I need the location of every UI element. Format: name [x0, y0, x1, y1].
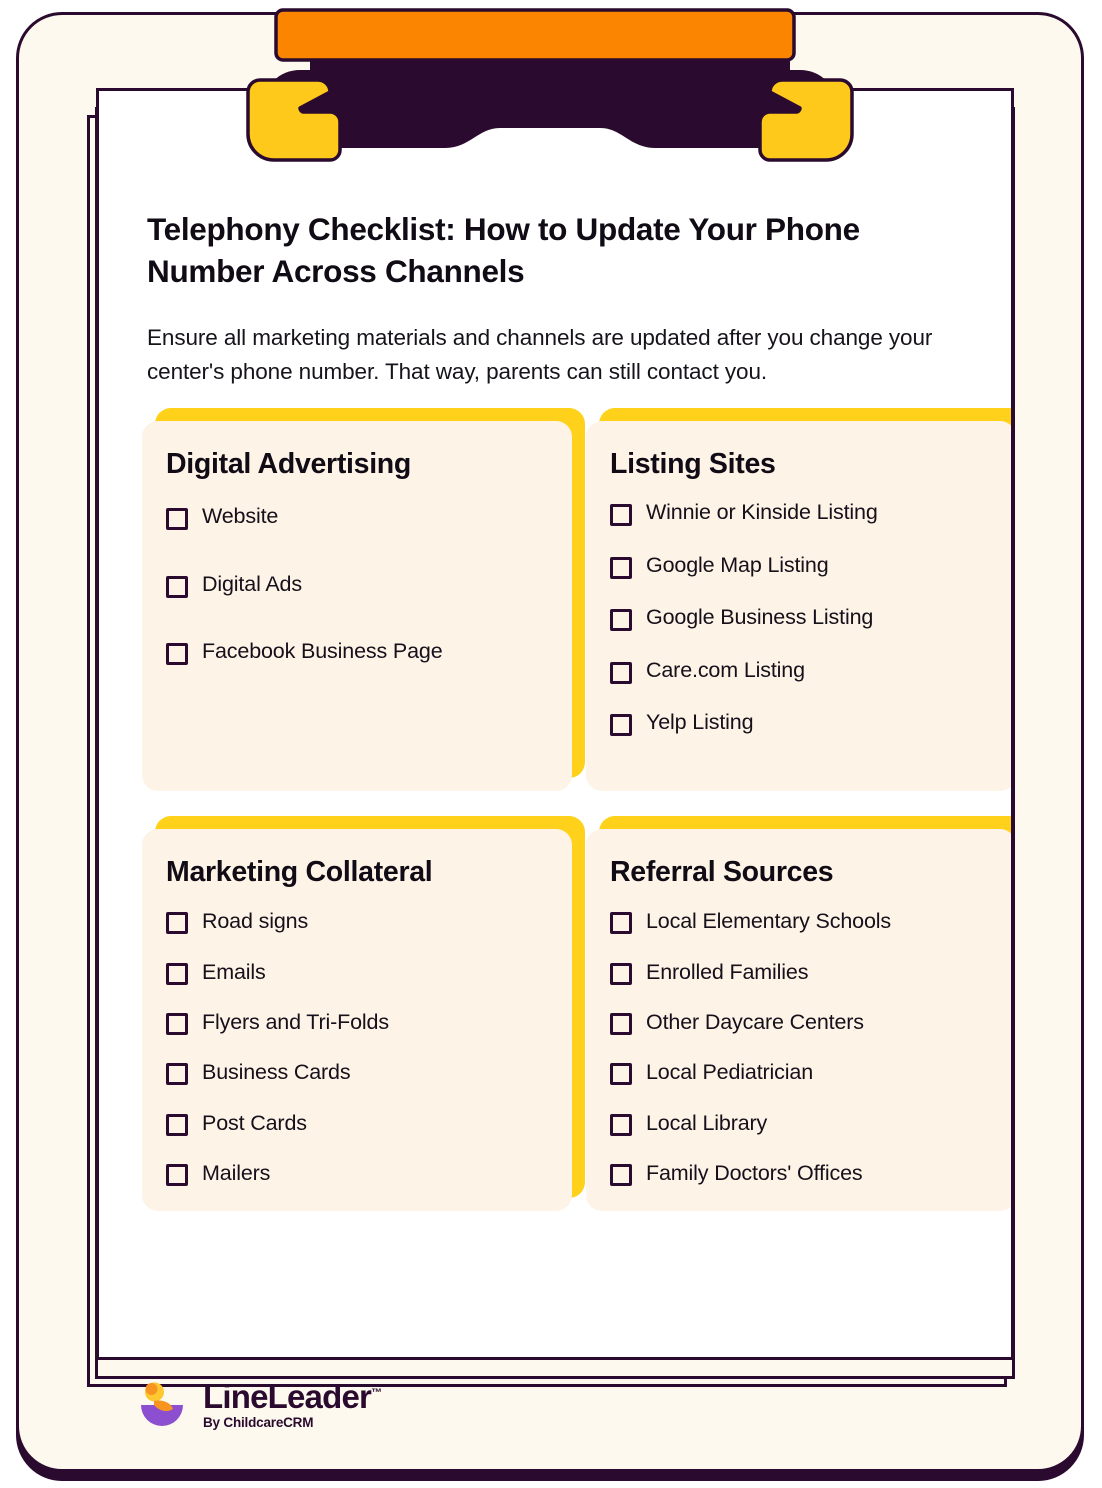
list-item[interactable]: Local Pediatrician	[610, 1060, 996, 1086]
list-item-label: Winnie or Kinside Listing	[646, 500, 878, 525]
checkbox-icon[interactable]	[610, 1063, 632, 1086]
list-item-label: Care.com Listing	[646, 657, 805, 682]
card-face: Listing Sites Winnie or Kinside Listing …	[586, 421, 1011, 792]
list-item[interactable]: Website	[166, 503, 552, 531]
list-item[interactable]: Local Library	[610, 1111, 996, 1136]
checkbox-icon[interactable]	[166, 575, 188, 598]
brand-tagline: By ChildcareCRM	[203, 1415, 314, 1431]
list-item[interactable]: Enrolled Families	[610, 960, 996, 985]
list-item-label: Enrolled Families	[646, 959, 809, 984]
list-item[interactable]: Business Cards	[166, 1060, 552, 1086]
list-item[interactable]: Family Doctors' Offices	[610, 1161, 996, 1187]
list-item[interactable]: Flyers and Tri-Folds	[166, 1010, 552, 1036]
list-item-label: Road signs	[202, 909, 309, 934]
lineleader-logo-icon	[141, 1382, 183, 1426]
list-item-label: Local Library	[646, 1110, 768, 1135]
card-title: Listing Sites	[610, 448, 776, 481]
page-intro: Ensure all marketing materials and chann…	[147, 324, 933, 384]
list-item-label: Facebook Business Page	[202, 639, 443, 664]
list-item[interactable]: Other Daycare Centers	[610, 1010, 996, 1036]
list-item-label: Local Pediatrician	[646, 1060, 814, 1085]
list-item[interactable]: Care.com Listing	[610, 657, 996, 685]
list-item-label: Flyers and Tri-Folds	[202, 1010, 389, 1035]
checklist-items: Winnie or Kinside Listing Google Map Lis…	[610, 499, 996, 737]
card-title: Marketing Collateral	[166, 856, 433, 889]
checkbox-icon[interactable]	[166, 643, 188, 666]
card-title: Referral Sources	[610, 856, 834, 889]
checklist-page: Telephony Checklist: How to Update Your …	[96, 88, 1014, 1360]
list-item-label: Google Business Listing	[646, 605, 874, 630]
checklist-items: Local Elementary Schools Enrolled Famili…	[610, 909, 996, 1187]
checklist-card-marketing-collateral: Marketing Collateral Road signs Emails F…	[142, 816, 585, 1211]
checkbox-icon[interactable]	[610, 504, 632, 527]
page-header: Telephony Checklist: How to Update Your …	[99, 91, 1011, 389]
list-item-label: Yelp Listing	[646, 710, 754, 735]
page-title: Telephony Checklist: How to Update Your …	[147, 211, 860, 289]
checkbox-icon[interactable]	[610, 609, 632, 632]
checkbox-icon[interactable]	[610, 714, 632, 737]
list-item[interactable]: Yelp Listing	[610, 709, 996, 737]
checkbox-icon[interactable]	[610, 962, 632, 985]
list-item[interactable]: Digital Ads	[166, 571, 552, 599]
card-face: Marketing Collateral Road signs Emails F…	[142, 829, 572, 1211]
checkbox-icon[interactable]	[610, 556, 632, 579]
list-item-label: Local Elementary Schools	[646, 909, 891, 934]
list-item[interactable]: Post Cards	[166, 1111, 552, 1136]
list-item[interactable]: Mailers	[166, 1161, 552, 1187]
list-item-label: Mailers	[202, 1161, 271, 1186]
checkbox-icon[interactable]	[166, 912, 188, 935]
brand-text: LineLeader™ By ChildcareCRM	[203, 1380, 382, 1430]
brand-footer: LineLeader™ By ChildcareCRM	[137, 1379, 382, 1431]
checkbox-icon[interactable]	[166, 1063, 188, 1086]
card-title: Digital Advertising	[166, 448, 412, 481]
list-item-label: Digital Ads	[202, 571, 302, 596]
checkbox-icon[interactable]	[610, 1113, 632, 1136]
list-item[interactable]: Facebook Business Page	[166, 638, 552, 666]
checkbox-icon[interactable]	[610, 912, 632, 935]
checklist-items: Road signs Emails Flyers and Tri-Folds B…	[166, 909, 552, 1187]
checkbox-icon[interactable]	[166, 1113, 188, 1136]
checklist-items: Website Digital Ads Facebook Business Pa…	[166, 503, 552, 666]
list-item[interactable]: Road signs	[166, 909, 552, 935]
list-item-label: Post Cards	[202, 1110, 307, 1135]
checklist-grid: Digital Advertising Website Digital Ads	[99, 408, 1011, 1211]
list-item[interactable]: Emails	[166, 960, 552, 985]
checklist-card-listing-sites: Listing Sites Winnie or Kinside Listing …	[586, 408, 1011, 792]
checklist-card-digital-advertising: Digital Advertising Website Digital Ads	[142, 408, 585, 792]
list-item-label: Google Map Listing	[646, 552, 829, 577]
list-item[interactable]: Google Map Listing	[610, 552, 996, 580]
checkbox-icon[interactable]	[610, 1013, 632, 1036]
brand-name: LineLeader™	[203, 1380, 382, 1413]
card-face: Digital Advertising Website Digital Ads	[142, 421, 572, 792]
list-item[interactable]: Google Business Listing	[610, 604, 996, 632]
trademark-symbol: ™	[371, 1387, 383, 1400]
list-item-label: Other Daycare Centers	[646, 1010, 864, 1035]
checkbox-icon[interactable]	[166, 1164, 188, 1187]
clipboard-frame: Telephony Checklist: How to Update Your …	[16, 12, 1084, 1472]
checkbox-icon[interactable]	[166, 962, 188, 985]
list-item-label: Website	[202, 504, 279, 529]
list-item[interactable]: Local Elementary Schools	[610, 909, 996, 935]
checkbox-icon[interactable]	[610, 1164, 632, 1187]
card-face: Referral Sources Local Elementary School…	[586, 829, 1011, 1211]
checklist-card-referral-sources: Referral Sources Local Elementary School…	[586, 816, 1011, 1211]
checkbox-icon[interactable]	[166, 508, 188, 531]
checkbox-icon[interactable]	[610, 661, 632, 684]
list-item[interactable]: Winnie or Kinside Listing	[610, 499, 996, 527]
list-item-label: Business Cards	[202, 1060, 351, 1085]
list-item-label: Family Doctors' Offices	[646, 1161, 863, 1186]
checkbox-icon[interactable]	[166, 1013, 188, 1036]
page-content: Telephony Checklist: How to Update Your …	[99, 91, 1011, 1211]
brand-name-label: LineLeader	[203, 1378, 372, 1416]
list-item-label: Emails	[202, 959, 266, 984]
